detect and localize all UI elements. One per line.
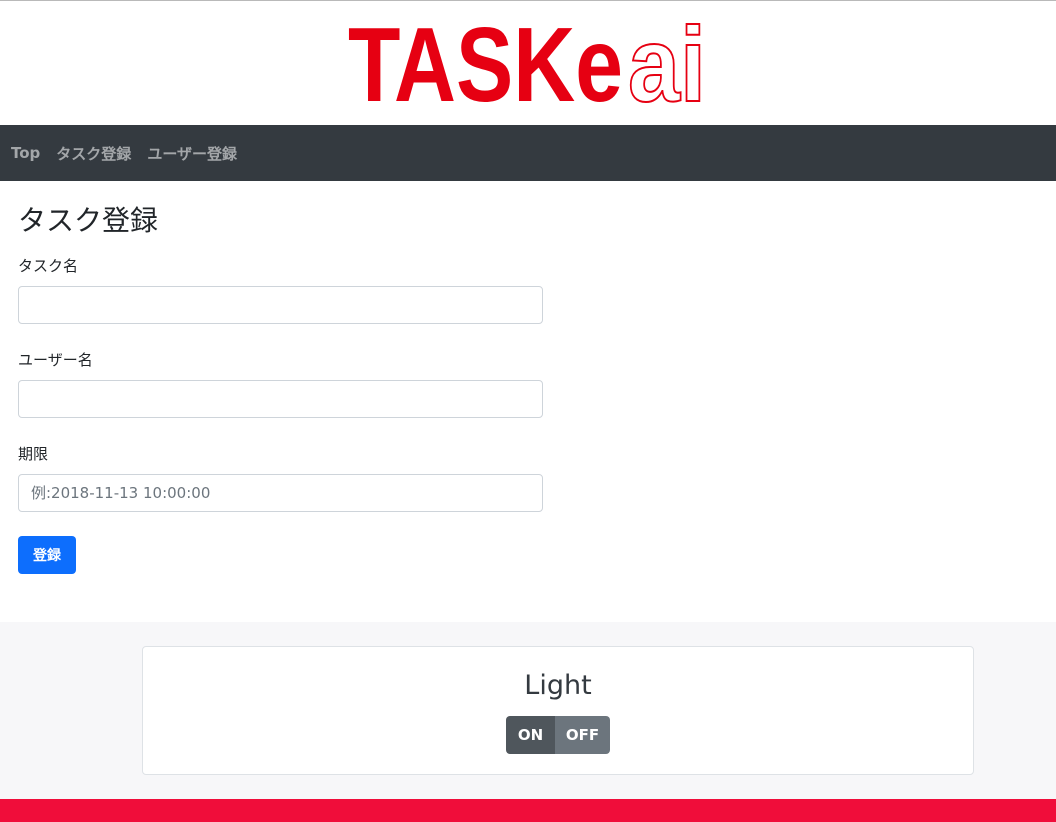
- logo-text-outline: ai: [628, 6, 706, 122]
- deadline-group: 期限: [18, 444, 543, 512]
- deadline-input[interactable]: [18, 474, 543, 512]
- main-content: タスク登録 タスク名 ユーザー名 期限 登録: [18, 181, 1038, 574]
- navbar: Top タスク登録 ユーザー登録: [0, 125, 1056, 181]
- logo-text-solid: TASKe: [348, 6, 623, 122]
- light-card: Light ON OFF: [142, 646, 974, 775]
- nav-link-task-register[interactable]: タスク登録: [56, 143, 131, 164]
- task-name-input[interactable]: [18, 286, 543, 324]
- nav-link-user-register[interactable]: ユーザー登録: [147, 143, 237, 164]
- footer-bar: [0, 799, 1056, 822]
- user-name-label: ユーザー名: [18, 351, 93, 369]
- light-off-button[interactable]: OFF: [555, 716, 610, 754]
- light-section: Light ON OFF: [0, 622, 1056, 799]
- task-name-group: タスク名: [18, 256, 543, 324]
- nav-link-top[interactable]: Top: [11, 144, 40, 162]
- logo-image: TASKe ai: [348, 5, 707, 122]
- user-name-group: ユーザー名: [18, 350, 543, 418]
- task-name-label: タスク名: [18, 257, 79, 275]
- deadline-label: 期限: [18, 445, 49, 463]
- light-on-button[interactable]: ON: [506, 716, 555, 754]
- light-title: Light: [524, 670, 592, 701]
- site-logo[interactable]: TASKe ai: [0, 0, 1056, 125]
- page-title: タスク登録: [18, 204, 159, 237]
- light-toggle: ON OFF: [506, 716, 610, 754]
- register-button[interactable]: 登録: [18, 536, 76, 574]
- user-name-input[interactable]: [18, 380, 543, 418]
